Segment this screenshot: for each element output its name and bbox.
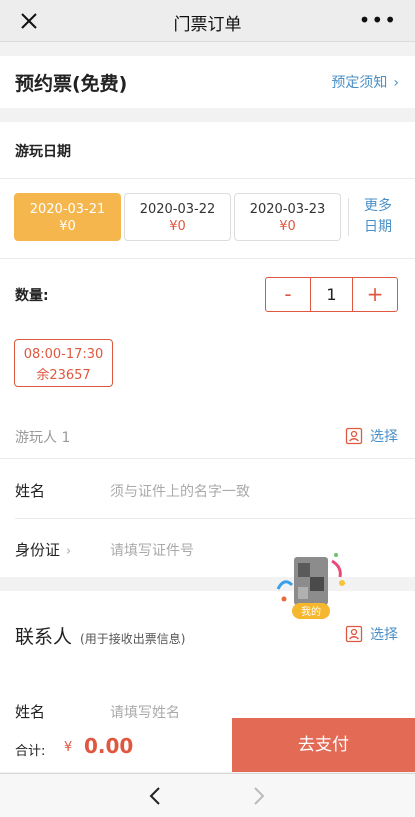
total-amount: 0.00 [84, 734, 134, 758]
total-label: 合计: [15, 744, 46, 759]
divider [15, 518, 415, 519]
floating-avatar-badge[interactable]: 我的 [270, 547, 352, 623]
chevron-right-icon: › [393, 75, 399, 91]
floating-badge-label: 我的 [301, 605, 321, 618]
quantity-stepper: - 1 + [265, 277, 398, 312]
date-text: 2020-03-21 [29, 202, 106, 217]
visitor-name-input[interactable]: 须与证件上的名字一致 [110, 481, 250, 501]
pay-button[interactable]: 去支付 [232, 718, 415, 772]
play-date-label: 游玩日期 [15, 144, 71, 160]
booking-notice-link[interactable]: 预定须知 › [331, 72, 399, 92]
more-dates-button[interactable]: 更多 日期 [358, 196, 398, 238]
date-price: ¥0 [59, 219, 76, 234]
date-option-0323[interactable]: 2020-03-23 ¥0 [234, 193, 341, 241]
booking-notice-label: 预定须知 [331, 75, 388, 91]
time-slot-time: 08:00-17:30 [23, 347, 104, 362]
time-slot-option[interactable]: 08:00-17:30 余23657 [14, 339, 113, 387]
more-dates-line1: 更多 [364, 198, 392, 214]
chevron-right-icon: › [66, 544, 72, 559]
ticket-type-card: 预约票(免费) 预定须知 › [0, 56, 415, 108]
quantity-value[interactable]: 1 [310, 278, 353, 311]
visitor-name-label: 姓名 [15, 482, 46, 500]
visitor-header: 游玩人 1 [15, 430, 71, 446]
contact-book-icon [345, 427, 363, 445]
date-price: ¥0 [169, 219, 186, 234]
date-option-0322[interactable]: 2020-03-22 ¥0 [124, 193, 231, 241]
date-price: ¥0 [279, 219, 296, 234]
contact-title: 联系人 (用于接收出票信息) [15, 622, 185, 649]
order-form-card: 游玩日期 2020-03-21 ¥0 2020-03-22 ¥0 2020-03… [0, 122, 415, 577]
page-title: 门票订单 [173, 15, 242, 35]
contact-book-icon [345, 625, 363, 643]
contact-pick-button[interactable]: 选择 [345, 624, 398, 644]
contact-pick-label: 选择 [370, 627, 398, 643]
contact-title-text: 联系人 [15, 626, 73, 648]
total-currency: ¥ [64, 740, 73, 755]
date-option-0321[interactable]: 2020-03-21 ¥0 [14, 193, 121, 241]
date-text: 2020-03-22 [139, 202, 216, 217]
divider [0, 258, 415, 259]
decrease-button[interactable]: - [266, 278, 310, 311]
date-text: 2020-03-23 [249, 202, 326, 217]
id-number-input[interactable]: 请填写证件号 [110, 540, 194, 560]
time-slot-remaining: 余23657 [36, 368, 91, 383]
ticket-name: 预约票(免费) [15, 73, 128, 95]
contact-name-input[interactable]: 请填写姓名 [110, 702, 180, 722]
back-arrow-icon[interactable] [146, 785, 166, 807]
more-menu-icon[interactable]: ••• [359, 10, 397, 30]
contact-name-label: 姓名 [15, 703, 46, 721]
divider [0, 178, 415, 179]
increase-button[interactable]: + [353, 278, 397, 311]
id-type-selector[interactable]: 身份证 › [15, 539, 71, 560]
forward-arrow-icon[interactable] [248, 785, 268, 807]
visitor-pick-label: 选择 [370, 429, 398, 445]
divider [0, 458, 415, 459]
visitor-pick-button[interactable]: 选择 [345, 426, 398, 446]
more-dates-line2: 日期 [364, 219, 392, 235]
id-type-label: 身份证 [15, 541, 61, 559]
top-navbar: 门票订单 ••• [0, 0, 415, 42]
contact-subtitle: (用于接收出票信息) [80, 632, 186, 646]
browser-toolbar [0, 773, 415, 817]
quantity-label: 数量: [15, 288, 49, 304]
divider [348, 198, 349, 236]
